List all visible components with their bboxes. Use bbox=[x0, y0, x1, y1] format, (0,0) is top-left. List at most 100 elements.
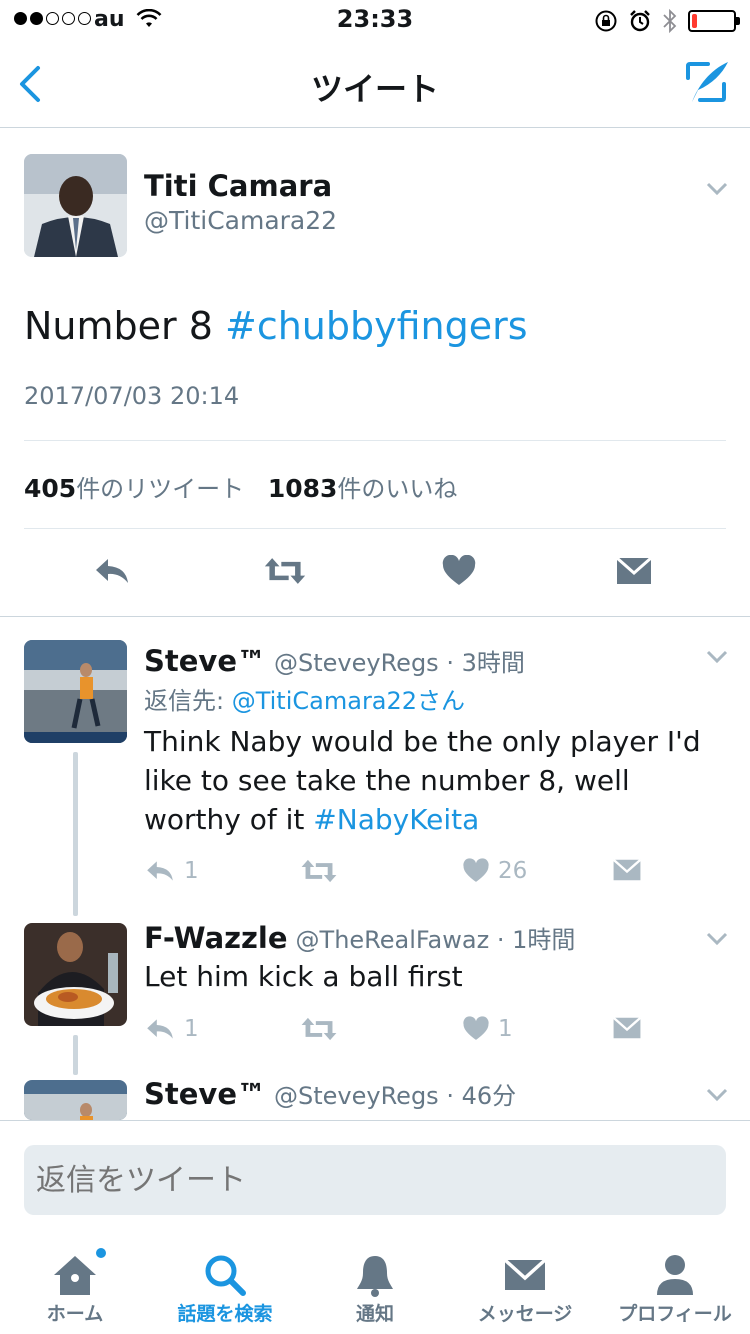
reply-time: · 46分 bbox=[446, 1082, 517, 1110]
author-handle[interactable]: @SteveyRegs bbox=[274, 649, 439, 677]
reply-actions: 1 26 bbox=[144, 858, 644, 892]
author-handle[interactable]: @TheRealFawaz bbox=[296, 926, 490, 954]
hashtag-link[interactable]: #NabyKeita bbox=[313, 803, 479, 836]
chevron-down-icon[interactable] bbox=[706, 650, 728, 664]
reply-text-line: like to see take the number 8, well bbox=[144, 764, 630, 797]
author-name[interactable]: Steve™ bbox=[144, 1077, 266, 1111]
mention-link[interactable]: @TitiCamara22さん bbox=[232, 687, 465, 715]
direct-message-button[interactable] bbox=[612, 1016, 642, 1040]
envelope-icon bbox=[612, 858, 642, 881]
tab-profile[interactable]: プロフィール bbox=[600, 1232, 750, 1334]
author-name[interactable]: F-Wazzle bbox=[144, 921, 288, 955]
reply-input[interactable] bbox=[24, 1145, 726, 1215]
avatar-image bbox=[24, 923, 127, 1026]
tab-notifications[interactable]: 通知 bbox=[300, 1232, 450, 1334]
heart-icon bbox=[442, 555, 476, 585]
reply-count: 1 bbox=[184, 1016, 199, 1042]
tab-label: ホーム bbox=[46, 1303, 104, 1325]
avatar[interactable] bbox=[24, 923, 127, 1026]
battery-icon bbox=[688, 10, 740, 32]
tab-label: 通知 bbox=[355, 1303, 394, 1325]
envelope-icon bbox=[500, 1250, 550, 1300]
tab-label: 話題を検索 bbox=[177, 1303, 273, 1325]
like-count: 26 bbox=[498, 858, 528, 884]
search-icon bbox=[200, 1250, 250, 1300]
direct-message-button[interactable] bbox=[612, 551, 656, 591]
reply-header: F-Wazzle @TheRealFawaz · 1時間 bbox=[144, 920, 575, 955]
hashtag-link[interactable]: #chubbyfingers bbox=[225, 304, 528, 348]
retweet-icon bbox=[264, 558, 306, 584]
tweet-text: Number 8 #chubbyfingers bbox=[24, 304, 528, 348]
divider bbox=[24, 440, 726, 441]
chevron-down-icon[interactable] bbox=[706, 182, 728, 196]
retweet-count: 405 bbox=[24, 474, 77, 503]
thread-connector bbox=[73, 752, 78, 916]
status-bar: au 23:33 bbox=[0, 0, 750, 40]
bluetooth-icon bbox=[663, 8, 677, 34]
rotation-lock-icon bbox=[595, 10, 617, 32]
bell-icon bbox=[350, 1250, 400, 1300]
navigation-bar: ツイート bbox=[0, 40, 750, 128]
tab-home[interactable]: ホーム bbox=[0, 1232, 150, 1334]
retweet-icon bbox=[301, 859, 337, 883]
like-button[interactable] bbox=[437, 551, 481, 591]
reply-text-fragment: worthy of it bbox=[144, 803, 314, 836]
reply-icon bbox=[147, 861, 173, 881]
reply-time: · 1時間 bbox=[496, 926, 576, 954]
author-handle[interactable]: @SteveyRegs bbox=[274, 1082, 439, 1110]
envelope-icon bbox=[612, 1016, 642, 1039]
reply-text: Let him kick a ball first bbox=[144, 960, 463, 993]
like-button[interactable]: 26 bbox=[462, 858, 527, 884]
retweet-button[interactable] bbox=[300, 858, 338, 884]
like-count: 1083 bbox=[267, 474, 338, 503]
avatar[interactable] bbox=[24, 154, 127, 257]
author-name[interactable]: Titi Camara bbox=[144, 169, 332, 203]
like-stat[interactable]: 1083件のいいね bbox=[267, 474, 458, 503]
chevron-down-icon[interactable] bbox=[706, 1088, 728, 1102]
author-handle[interactable]: @TitiCamara22 bbox=[144, 206, 337, 235]
home-icon bbox=[50, 1250, 100, 1300]
tab-label: プロフィール bbox=[618, 1303, 732, 1325]
retweet-icon bbox=[301, 1017, 337, 1041]
tweet-stats: 405件のリツイート 1083件のいいね bbox=[24, 469, 457, 504]
retweet-button[interactable] bbox=[300, 1016, 338, 1042]
battery-level bbox=[692, 14, 697, 28]
reply-text-line: worthy of it #NabyKeita bbox=[144, 800, 734, 839]
reply-text-line: Think Naby would be the only player I'd bbox=[144, 725, 701, 758]
heart-icon bbox=[463, 1016, 489, 1040]
direct-message-button[interactable] bbox=[612, 858, 642, 882]
page-title: ツイート bbox=[310, 70, 439, 108]
tweet-body: Number 8 bbox=[24, 304, 225, 348]
reply-header: Steve™ @SteveyRegs · 46分 bbox=[144, 1076, 516, 1111]
like-label: 件のいいね bbox=[337, 475, 458, 503]
envelope-icon bbox=[616, 556, 652, 584]
like-button[interactable]: 1 bbox=[462, 1016, 513, 1042]
reply-header: Steve™ @SteveyRegs · 3時間 bbox=[144, 643, 525, 678]
tab-bar: ホーム 話題を検索 通知 メッセージ プロフィール bbox=[0, 1232, 750, 1334]
avatar[interactable] bbox=[24, 640, 127, 743]
unread-indicator bbox=[94, 1246, 108, 1260]
reply-button[interactable]: 1 bbox=[144, 858, 199, 884]
reply-to-line: 返信先: @TitiCamara22さん bbox=[144, 681, 465, 716]
tweet-actions bbox=[0, 529, 750, 617]
thread-connector bbox=[73, 1035, 78, 1075]
like-count: 1 bbox=[498, 1016, 513, 1042]
reply-time: · 3時間 bbox=[446, 649, 525, 677]
reply-button[interactable]: 1 bbox=[144, 1016, 199, 1042]
reply-count: 1 bbox=[184, 858, 199, 884]
reply-to-prefix: 返信先: bbox=[144, 687, 232, 715]
retweet-button[interactable] bbox=[263, 551, 307, 591]
reply-button[interactable] bbox=[90, 551, 134, 591]
person-icon bbox=[650, 1250, 700, 1300]
tab-messages[interactable]: メッセージ bbox=[450, 1232, 600, 1334]
retweet-stat[interactable]: 405件のリツイート bbox=[24, 474, 244, 503]
tab-search[interactable]: 話題を検索 bbox=[150, 1232, 300, 1334]
chevron-down-icon[interactable] bbox=[706, 932, 728, 946]
compose-tweet-icon[interactable] bbox=[682, 58, 730, 106]
avatar-image bbox=[24, 640, 127, 743]
author-name[interactable]: Steve™ bbox=[144, 644, 266, 678]
reply-icon bbox=[96, 559, 128, 583]
avatar-image bbox=[24, 1080, 127, 1120]
avatar[interactable] bbox=[24, 1080, 127, 1120]
avatar-image bbox=[24, 154, 127, 257]
